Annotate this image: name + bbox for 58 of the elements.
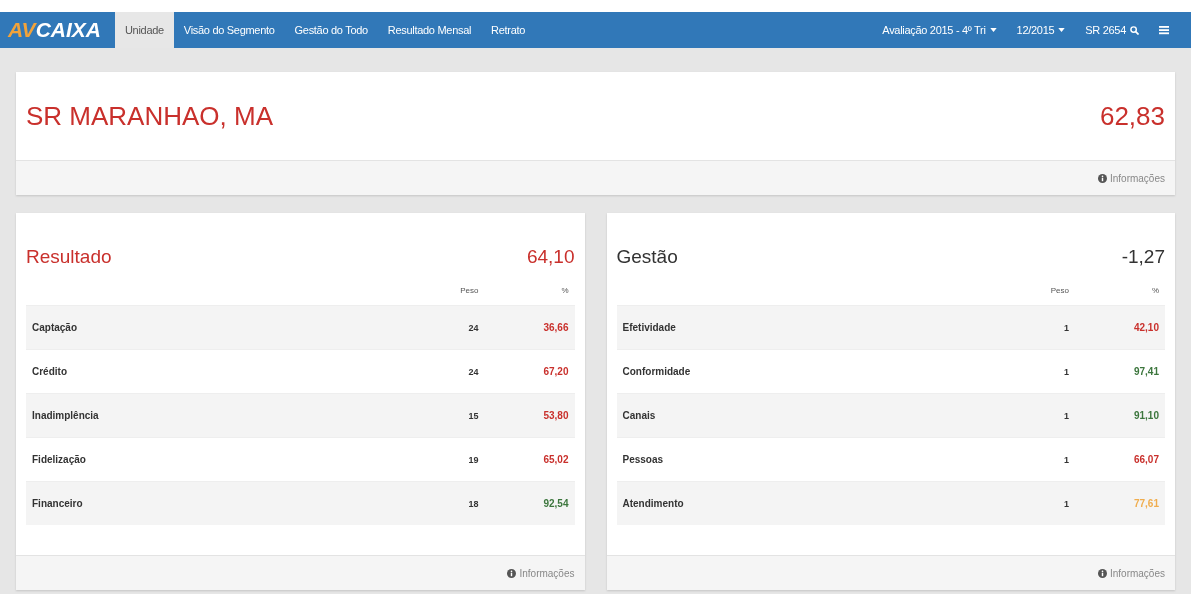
search-link[interactable]: SR 2654 — [1075, 12, 1149, 48]
value-cell-text: 66,07 — [1132, 454, 1159, 465]
panel-title: Gestão — [616, 246, 678, 268]
weight-cell-text: 24 — [467, 322, 479, 333]
row-label: Fidelização — [32, 454, 87, 465]
weight-cell-text: 1 — [1063, 366, 1069, 377]
info-link[interactable]: Informações — [1097, 567, 1165, 579]
row-label: Inadimplência — [32, 410, 100, 421]
panel-score: -1,27 — [1121, 246, 1165, 268]
panel-title: Resultado — [26, 246, 112, 268]
nav-tab[interactable]: Retrato — [481, 12, 536, 48]
weight-cell-text: 1 — [1063, 498, 1069, 509]
info-link[interactable]: Informações — [507, 567, 575, 579]
dropdown-toggle[interactable]: 12/2015 — [1006, 12, 1076, 48]
row-label: Captação — [32, 322, 78, 333]
column-header: Peso — [1049, 285, 1069, 295]
row-label: Canais — [622, 410, 657, 421]
weight-cell-text: 1 — [1063, 454, 1069, 465]
info-link[interactable]: Informações — [1097, 172, 1165, 184]
weight-cell-text: 19 — [467, 454, 479, 465]
column-header: Peso — [459, 285, 479, 295]
logo[interactable]: AVCAIXA — [8, 12, 115, 48]
value-cell-text: 77,61 — [1132, 498, 1159, 509]
row-label: Atendimento — [622, 498, 685, 509]
value-cell-text: 92,54 — [542, 498, 569, 509]
info-icon — [1097, 568, 1107, 578]
value-cell-text: 36,66 — [542, 322, 569, 333]
weight-cell-text: 18 — [467, 498, 479, 509]
unit-score: 62,83 — [1099, 100, 1165, 132]
info-icon — [507, 568, 517, 578]
unit-title: SR MARANHAO, MA — [26, 100, 274, 132]
nav-tab[interactable]: Resultado Mensal — [377, 12, 482, 48]
panel-score: 64,10 — [526, 246, 575, 268]
value-cell-text: 42,10 — [1132, 322, 1159, 333]
dropdown-toggle[interactable]: Avaliação 2015 - 4º Tri — [872, 12, 1007, 48]
value-cell-text: 67,20 — [542, 366, 569, 377]
nav-tab[interactable]: Unidade — [114, 12, 174, 48]
row-label: Conformidade — [622, 366, 692, 377]
column-header: % — [560, 285, 569, 295]
weight-cell-text: 24 — [467, 366, 479, 377]
nav-tab[interactable]: Visão do Segmento — [173, 12, 285, 48]
row-label: Financeiro — [32, 498, 84, 509]
caret-icon — [1058, 28, 1066, 32]
info-icon — [1097, 173, 1107, 183]
search-icon — [1130, 25, 1139, 35]
row-label: Efetividade — [622, 322, 677, 333]
weight-cell-text: 15 — [467, 410, 479, 421]
caret-icon — [989, 28, 997, 32]
row-label: Pessoas — [622, 454, 665, 465]
value-cell-text: 53,80 — [542, 410, 569, 421]
weight-cell-text: 1 — [1063, 410, 1069, 421]
weight-cell-text: 1 — [1063, 322, 1069, 333]
value-cell-text: 65,02 — [542, 454, 569, 465]
row-label: Crédito — [32, 366, 68, 377]
value-cell-text: 91,10 — [1132, 410, 1159, 421]
nav-tab[interactable]: Gestão do Todo — [284, 12, 378, 48]
column-header: % — [1150, 285, 1159, 295]
value-cell-text: 97,41 — [1132, 366, 1159, 377]
